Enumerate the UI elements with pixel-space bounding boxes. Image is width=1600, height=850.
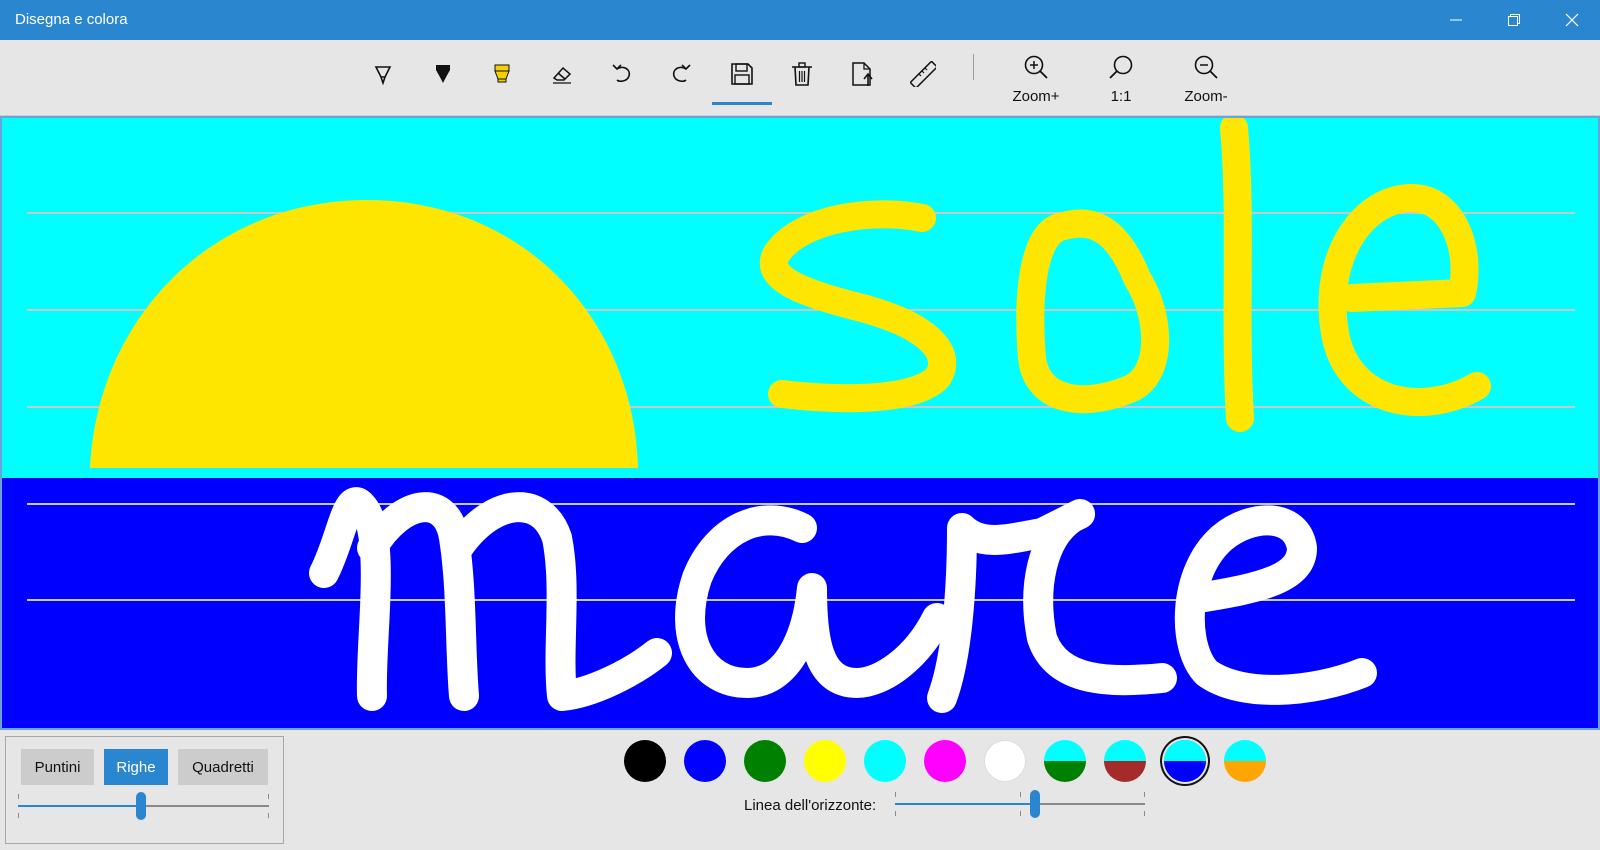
- toolbar-separator: [973, 54, 974, 80]
- color-swatch-cyan-green[interactable]: [1044, 740, 1086, 782]
- color-swatch-white[interactable]: [984, 740, 1026, 782]
- paper-grid-button[interactable]: Quadretti: [178, 749, 268, 785]
- pen-tool-button[interactable]: [359, 54, 407, 94]
- color-swatch-green[interactable]: [744, 740, 786, 782]
- ruler-button[interactable]: [899, 54, 947, 94]
- color-swatch-blue[interactable]: [684, 740, 726, 782]
- eraser-tool-button[interactable]: [538, 54, 586, 94]
- title-bar: Disegna e colora: [0, 0, 1600, 40]
- zoom-in-label: Zoom+: [1012, 88, 1060, 105]
- close-icon: [1565, 13, 1579, 27]
- paper-type-panel: Puntini Righe Quadretti: [5, 736, 284, 844]
- zoom-reset-icon: [1109, 55, 1133, 79]
- zoom-reset-label: 1:1: [1110, 88, 1132, 105]
- line-spacing-slider[interactable]: [18, 791, 269, 821]
- horizon-label: Linea dell'orizzonte:: [744, 797, 877, 814]
- zoom-out-button[interactable]: Zoom-: [1171, 54, 1241, 110]
- restore-button[interactable]: [1486, 0, 1542, 40]
- window-title: Disegna e colora: [15, 11, 128, 28]
- undo-button[interactable]: [598, 54, 646, 94]
- color-swatch-cyan-orange[interactable]: [1224, 740, 1266, 782]
- redo-icon: [672, 64, 691, 82]
- minimize-icon: [1450, 19, 1462, 21]
- export-button[interactable]: [838, 54, 886, 94]
- redo-button[interactable]: [657, 54, 705, 94]
- line-spacing-slider-thumb[interactable]: [136, 792, 146, 820]
- color-swatch-yellow[interactable]: [804, 740, 846, 782]
- color-swatch-cyan[interactable]: [864, 740, 906, 782]
- close-button[interactable]: [1544, 0, 1600, 40]
- export-icon: [852, 62, 873, 86]
- horizon-slider-thumb[interactable]: [1030, 790, 1040, 818]
- restore-icon: [1508, 14, 1520, 26]
- zoom-in-icon: [1024, 55, 1048, 79]
- pen-icon: [374, 66, 392, 86]
- toolbar: Zoom+ 1:1 Zoom-: [0, 40, 1600, 116]
- zoom-in-button[interactable]: Zoom+: [1001, 54, 1071, 110]
- minimize-button[interactable]: [1428, 0, 1484, 40]
- highlighter-tool-button[interactable]: [478, 54, 526, 94]
- drawing-canvas[interactable]: [0, 116, 1600, 730]
- color-swatch-cyan-blue[interactable]: [1164, 740, 1206, 782]
- delete-button[interactable]: [778, 54, 826, 94]
- eraser-icon: [552, 66, 572, 84]
- horizon-slider[interactable]: [895, 789, 1145, 819]
- paper-lines-button[interactable]: Righe: [104, 749, 168, 785]
- color-swatch-magenta[interactable]: [924, 740, 966, 782]
- highlighter-icon: [494, 64, 510, 83]
- save-button[interactable]: [712, 54, 772, 105]
- zoom-reset-button[interactable]: 1:1: [1086, 54, 1156, 110]
- zoom-out-label: Zoom-: [1184, 88, 1228, 105]
- marker-icon: [436, 65, 450, 83]
- undo-icon: [612, 64, 631, 82]
- bottom-panel: Puntini Righe Quadretti Linea dell'orizz…: [0, 730, 1600, 850]
- color-swatch-black[interactable]: [624, 740, 666, 782]
- zoom-out-icon: [1194, 55, 1218, 79]
- trash-icon: [792, 62, 812, 86]
- app-window: Disegna e colora Zoom+ 1:1 Zoom- Puntini…: [0, 0, 1600, 850]
- marker-tool-button[interactable]: [419, 54, 467, 94]
- ruler-icon: [910, 61, 936, 87]
- save-icon: [731, 63, 753, 85]
- color-swatch-cyan-brown[interactable]: [1104, 740, 1146, 782]
- paper-dots-button[interactable]: Puntini: [21, 749, 94, 785]
